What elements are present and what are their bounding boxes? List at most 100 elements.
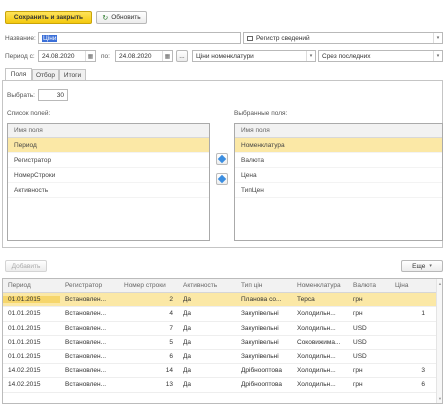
cell-price-type: Дрібнооптова <box>241 381 283 389</box>
to-label: по: <box>101 53 110 60</box>
cell-price-type: Закупівельні <box>241 338 279 346</box>
list-item[interactable]: НомерСтроки <box>8 168 209 183</box>
cell-period: 14.02.2015 <box>8 367 41 375</box>
tab-filter[interactable]: Отбор <box>32 69 59 80</box>
calendar-icon[interactable]: ▦ <box>85 51 95 61</box>
chevron-down-icon: ▾ <box>429 263 432 269</box>
remove-field-button[interactable] <box>216 173 228 185</box>
list-item[interactable]: Регистратор <box>8 153 209 168</box>
tab-filter-label: Отбор <box>36 71 55 79</box>
list-item[interactable]: Валюта <box>235 153 442 168</box>
calendar-icon[interactable]: ▦ <box>162 51 172 61</box>
ellipsis-icon: ... <box>179 52 185 60</box>
name-input[interactable]: Ціни <box>38 32 241 44</box>
column-header[interactable]: Тип цін <box>236 282 292 289</box>
scroll-up-icon[interactable]: ▲ <box>438 281 442 286</box>
cell-item: Холодильн... <box>297 324 336 332</box>
cell-item: Холодильн... <box>297 353 336 361</box>
table-row[interactable]: 14.02.2015 Встановлен... 13 Да Дрібноопт… <box>3 378 442 393</box>
cell-active: Да <box>183 367 192 375</box>
cell-item: Терса <box>297 296 315 304</box>
register-type-select[interactable]: Регистр сведений ▾ <box>243 32 443 44</box>
cell-active: Да <box>183 338 192 346</box>
cell-price-type: Закупівельні <box>241 324 279 332</box>
cell-item: Холодильн... <box>297 367 336 375</box>
column-header[interactable]: Номер строки <box>119 282 178 289</box>
cell-currency: грн <box>353 310 363 318</box>
table-row[interactable]: 01.01.2015 Встановлен... 5 Да Закупівель… <box>3 336 442 350</box>
scroll-down-icon[interactable]: ▼ <box>438 396 442 401</box>
list-item[interactable]: ТипЦен <box>235 183 442 198</box>
column-header[interactable]: Регистратор <box>60 282 119 289</box>
cell-period: 01.01.2015 <box>8 310 41 318</box>
table-row[interactable]: 01.01.2015 Встановлен... 6 Да Закупівель… <box>3 350 442 365</box>
chevron-down-icon[interactable]: ▾ <box>433 33 442 43</box>
refresh-label: Обновить <box>111 14 141 21</box>
select-count-input[interactable]: 30 <box>38 89 68 101</box>
chevron-down-icon[interactable]: ▾ <box>433 51 442 61</box>
cell-currency: USD <box>353 338 367 346</box>
cell-active: Да <box>183 296 192 304</box>
period-choose-button[interactable]: ... <box>176 50 188 62</box>
cell-active: Да <box>183 353 192 361</box>
column-header[interactable]: Валюта <box>348 282 390 289</box>
name-label: Название: <box>5 35 36 42</box>
results-table[interactable]: Период Регистратор Номер строки Активнос… <box>2 278 443 404</box>
cell-registrar: Встановлен... <box>65 296 107 304</box>
add-button[interactable]: Добавить <box>5 260 47 272</box>
column-header[interactable]: Период <box>3 282 60 289</box>
price-type-value: Ціни номенклатури <box>196 52 254 60</box>
table-row[interactable]: 01.01.2015 Встановлен... 4 Да Закупівель… <box>3 307 442 322</box>
slice-select[interactable]: Срез последних ▾ <box>318 50 443 62</box>
fields-list-title: Список полей: <box>7 110 51 117</box>
price-type-select[interactable]: Ціни номенклатури ▾ <box>192 50 316 62</box>
chevron-down-icon[interactable]: ▾ <box>306 51 315 61</box>
tab-totals[interactable]: Итоги <box>59 69 86 80</box>
cell-period: 14.02.2015 <box>8 381 41 389</box>
cell-active: Да <box>183 310 192 318</box>
date-to-value: 24.08.2020 <box>119 52 152 60</box>
list-item[interactable]: Период <box>8 138 209 153</box>
column-header[interactable]: Активность <box>178 282 236 289</box>
cell-registrar: Встановлен... <box>65 353 107 361</box>
add-field-button[interactable] <box>216 153 228 165</box>
cell-line-number: 2 <box>169 296 173 304</box>
tab-fields-label: Поля <box>10 71 27 78</box>
list-item[interactable]: Активность <box>8 183 209 198</box>
refresh-button[interactable]: ↻ Обновить <box>96 11 147 24</box>
move-right-icon <box>217 154 227 164</box>
list-item[interactable]: Цена <box>235 168 442 183</box>
cell-line-number: 7 <box>169 324 173 332</box>
selected-fields-list[interactable]: Имя поля Номенклатура Валюта Цена ТипЦен <box>234 123 443 241</box>
cell-price-type: Дрібнооптова <box>241 367 283 375</box>
cell-period: 01.01.2015 <box>8 338 41 346</box>
column-header[interactable]: Номенклатура <box>292 282 348 289</box>
column-header[interactable]: Ціна <box>390 282 430 289</box>
name-value: Ціни <box>42 34 58 42</box>
cell-price-type: Закупівельні <box>241 310 279 318</box>
save-and-close-button[interactable]: Сохранить и закрыть <box>5 11 92 24</box>
more-button[interactable]: Еще ▾ <box>401 260 443 272</box>
cell-registrar: Встановлен... <box>65 381 107 389</box>
cell-currency: грн <box>353 367 363 375</box>
cell-price: 6 <box>421 381 425 389</box>
cell-currency: USD <box>353 324 367 332</box>
date-from-input[interactable]: 24.08.2020 ▦ <box>38 50 96 62</box>
table-row[interactable]: 01.01.2015 Встановлен... 7 Да Закупівель… <box>3 322 442 336</box>
tab-fields[interactable]: Поля <box>5 68 32 80</box>
fields-list[interactable]: Имя поля Период Регистратор НомерСтроки … <box>7 123 210 241</box>
table-row[interactable]: 14.02.2015 Встановлен... 14 Да Дрібноопт… <box>3 364 442 379</box>
cell-price: 3 <box>421 367 425 375</box>
cell-registrar: Встановлен... <box>65 367 107 375</box>
select-count-label: Выбрать: <box>7 92 35 99</box>
cell-price-type: Закупівельні <box>241 353 279 361</box>
cell-active: Да <box>183 381 192 389</box>
cell-item: Соковижима... <box>297 338 341 346</box>
cell-line-number: 14 <box>165 367 173 375</box>
date-to-input[interactable]: 24.08.2020 ▦ <box>115 50 173 62</box>
list-item[interactable]: Номенклатура <box>235 138 442 153</box>
cell-line-number: 4 <box>169 310 173 318</box>
vertical-scrollbar[interactable]: ▲ ▼ <box>436 279 442 403</box>
cell-currency: грн <box>353 296 363 304</box>
table-row[interactable]: 01.01.2015 Встановлен... 2 Да Планова со… <box>3 293 442 308</box>
